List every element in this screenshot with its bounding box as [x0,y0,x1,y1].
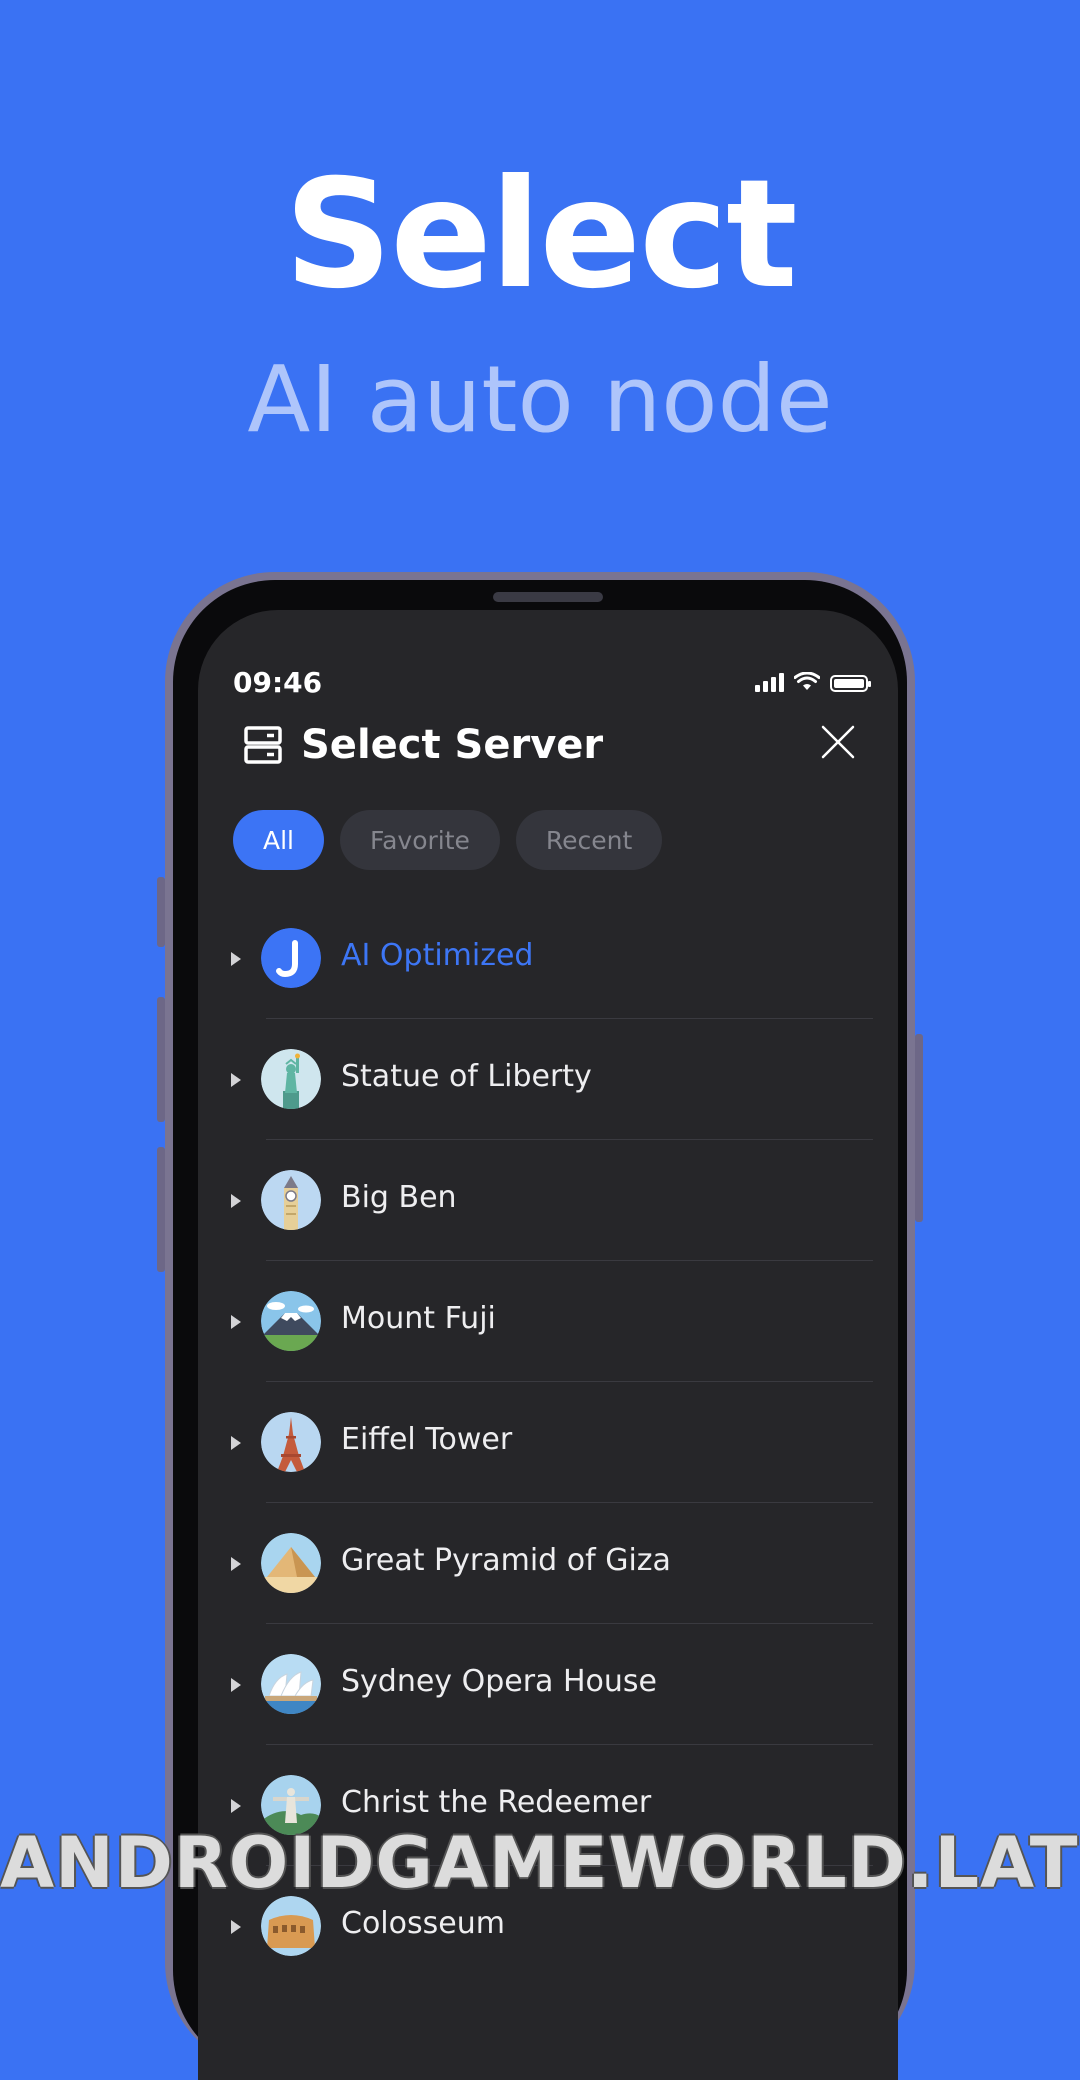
server-row-mount-fuji[interactable]: Mount Fuji [223,1261,873,1382]
tab-recent[interactable]: Recent [515,810,663,870]
server-label: Christ the Redeemer [341,1785,652,1820]
expand-arrow-icon[interactable] [231,1315,241,1329]
big-ben-icon [261,1170,321,1230]
server-label: Statue of Liberty [341,1059,592,1094]
volume-up-button [157,997,165,1122]
expand-arrow-icon[interactable] [231,1194,241,1208]
expand-arrow-icon[interactable] [231,1799,241,1813]
server-row-statue-of-liberty[interactable]: Statue of Liberty [223,1019,873,1140]
server-label: Big Ben [341,1180,457,1215]
expand-arrow-icon[interactable] [231,1920,241,1934]
tab-all[interactable]: All [233,810,324,870]
pyramid-icon [261,1533,321,1593]
power-button [915,1034,923,1222]
expand-arrow-icon[interactable] [231,1436,241,1450]
wifi-icon [794,672,820,690]
mount-fuji-icon [261,1291,321,1351]
colosseum-icon [261,1896,321,1956]
server-row-sydney-opera-house[interactable]: Sydney Opera House [223,1624,873,1745]
expand-arrow-icon[interactable] [231,1678,241,1692]
ai-logo-icon [261,928,321,988]
expand-arrow-icon[interactable] [231,1557,241,1571]
volume-down-button [157,1147,165,1272]
sheet-title: Select Server [301,722,604,768]
close-icon[interactable] [818,722,858,762]
cellular-signal-icon [755,673,784,692]
server-row-great-pyramid[interactable]: Great Pyramid of Giza [223,1503,873,1624]
server-label: Sydney Opera House [341,1664,657,1699]
server-label: Great Pyramid of Giza [341,1543,671,1578]
expand-arrow-icon[interactable] [231,1073,241,1087]
server-label: Eiffel Tower [341,1422,513,1457]
server-row-eiffel-tower[interactable]: Eiffel Tower [223,1382,873,1503]
status-time: 09:46 [233,666,323,699]
tab-favorite[interactable]: Favorite [340,810,500,870]
statue-of-liberty-icon [261,1049,321,1109]
server-icon [244,726,282,764]
server-label: AI Optimized [341,938,534,973]
server-row-big-ben[interactable]: Big Ben [223,1140,873,1261]
server-label: Mount Fuji [341,1301,496,1336]
server-row-ai-optimized[interactable]: AI Optimized [223,898,873,1019]
promo-subheadline: AI auto node [247,346,833,453]
promo-headline: Select [284,148,798,322]
server-label: Colosseum [341,1906,505,1941]
opera-house-icon [261,1654,321,1714]
battery-icon [830,675,871,692]
sheet-header: Select Server [243,722,603,768]
eiffel-tower-icon [261,1412,321,1472]
watermark-text: ANDROIDGAMEWORLD.LAT [0,1822,1079,1904]
status-icons [755,672,871,692]
mute-switch [157,877,165,947]
filter-tabs: All Favorite Recent [233,810,663,870]
speaker-grille [493,592,603,602]
expand-arrow-icon[interactable] [231,952,241,966]
